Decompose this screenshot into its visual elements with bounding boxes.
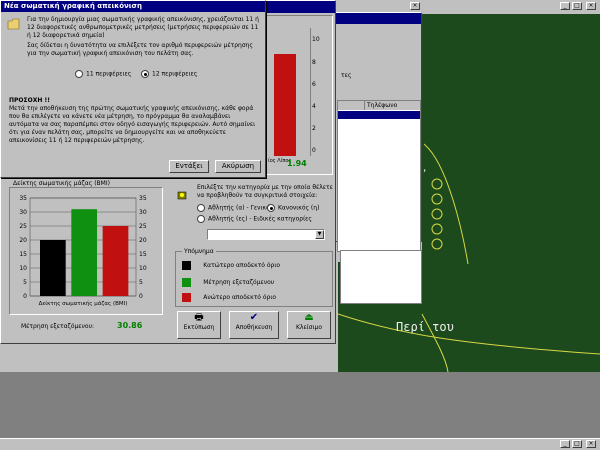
print-button[interactable]: 🖶 Εκτύπωση — [177, 311, 221, 339]
radio-11-label: 11 περιφέρειες — [86, 70, 132, 78]
bmi-x-label: Δείκτης σωματικής μάζας (BMI) — [39, 300, 128, 307]
bmi-measure-value: 30.86 — [117, 321, 143, 330]
taskbar-minimize-icon[interactable]: _ — [560, 440, 570, 448]
bmi-y-tick-left: 20 — [19, 237, 27, 244]
dialog-choice-text: Σας δίδεται η δυνατότητα να επιλέξετε το… — [27, 42, 253, 57]
close-button[interactable]: ⏏ Κλείσιμο — [287, 311, 331, 339]
category-prompt: Επιλέξτε την κατηγορία με την οποία θέλε… — [197, 184, 333, 199]
print-button-label: Εκτύπωση — [183, 324, 215, 331]
legend-title: Υπόμνημα — [182, 248, 216, 255]
radio-normal[interactable]: Κανονικός (η) — [267, 204, 319, 212]
save-icon: ✔ — [249, 312, 259, 323]
exit-icon: ⏏ — [304, 312, 314, 323]
bmi-y-tick-right: 25 — [139, 223, 147, 230]
bmi-y-tick-right: 5 — [139, 279, 143, 286]
bmi-y-tick-left: 15 — [19, 251, 27, 258]
folder-icon — [7, 17, 21, 31]
close-button-label: Κλείσιμο — [295, 324, 323, 331]
bmi-y-tick-left: 35 — [19, 195, 27, 202]
category-dropdown[interactable]: ▼ — [207, 229, 325, 240]
legend-swatch — [182, 278, 191, 287]
legend-label: Μέτρηση εξεταζόμενου — [203, 279, 275, 286]
top-chart-tick: 2 — [312, 125, 316, 132]
bmi-chart: 35 35 30 30 25 25 20 20 15 15 10 10 5 5 0 0 Δείκτης σωμα… — [19, 195, 147, 307]
save-button[interactable]: ✔ Αποθήκευση — [229, 311, 279, 339]
bmi-y-tick-left: 5 — [23, 279, 27, 286]
category-icon — [177, 190, 187, 200]
bmi-y-tick-right: 10 — [139, 265, 147, 272]
ok-button[interactable]: Εντάξει — [169, 160, 209, 173]
radio-12-label: 12 περιφέρειες — [152, 70, 198, 78]
radio-athlete-label: Αθλητής (α) - Γενικά — [208, 204, 271, 212]
chevron-down-icon[interactable]: ▼ — [315, 230, 324, 239]
bmi-y-tick-right: 15 — [139, 251, 147, 258]
taskbar-close-icon[interactable]: × — [586, 440, 596, 448]
chalk-drawing — [338, 143, 600, 372]
minimize-icon[interactable]: _ — [560, 2, 570, 10]
close-icon[interactable]: × — [586, 2, 596, 10]
bmi-y-tick-right: 20 — [139, 237, 147, 244]
legend-box: Υπόμνημα Κατώτερο αποδεκτό όριο Μέτρηση … — [175, 248, 333, 307]
radio-special-label: Αθλητής (ες) - Ειδικές κατηγορίες — [208, 215, 312, 223]
clients-close-icon[interactable]: × — [410, 2, 420, 10]
top-chart-tick: 6 — [312, 81, 316, 88]
radio-special-dot[interactable] — [197, 215, 205, 223]
radio-special[interactable]: Αθλητής (ες) - Ειδικές κατηγορίες — [197, 215, 312, 223]
notes-panel — [340, 250, 422, 304]
radio-normal-dot[interactable] — [267, 204, 275, 212]
bmi-y-tick-right: 30 — [139, 209, 147, 216]
bmi-y-tick-left: 0 — [23, 293, 27, 300]
legend-item: Ανώτερο αποδεκτό όριο — [182, 293, 276, 303]
new-graph-dialog: Νέα σωματική γραφική απεικόνιση Για την … — [0, 0, 266, 178]
chalkboard: , Περί του — [338, 14, 600, 372]
bmi-y-tick-left: 30 — [19, 209, 27, 216]
dialog-warning-title: ΠΡΟΣΟΧΗ !! — [9, 97, 50, 104]
maximize-icon[interactable]: □ — [572, 2, 582, 10]
radio-11-dot[interactable] — [75, 70, 83, 78]
taskbar-maximize-icon[interactable]: □ — [572, 440, 582, 448]
legend-swatch — [182, 261, 191, 270]
radio-athlete[interactable]: Αθλητής (α) - Γενικά — [197, 204, 270, 212]
top-chart-tick: 4 — [312, 103, 316, 110]
bmi-y-tick-right: 0 — [139, 293, 143, 300]
legend-label: Ανώτερο αποδεκτό όριο — [203, 294, 277, 301]
radio-12-circumferences[interactable]: 12 περιφέρειες — [141, 70, 197, 78]
legend-label: Κατώτερο αποδεκτό όριο — [203, 262, 281, 269]
printer-icon: 🖶 — [194, 312, 204, 323]
bmi-bar — [40, 240, 66, 296]
top-chart-tick: 10 — [312, 36, 320, 43]
bmi-measure-label: Μέτρηση εξεταζόμενου: — [21, 323, 95, 330]
bmi-chart-panel: 35 35 30 30 25 25 20 20 15 15 10 10 5 5 0 0 Δείκτης σωμα… — [9, 187, 163, 315]
dialog-intro-text: Για την δημιουργία μιας σωματικής γραφικ… — [27, 16, 259, 39]
bmi-y-tick-right: 35 — [139, 195, 147, 202]
legend-item: Κατώτερο αποδεκτό όριο — [182, 261, 280, 271]
top-chart-value: 1.94 — [287, 159, 307, 168]
taskbar: _ □ × — [0, 438, 600, 450]
bmi-y-tick-left: 10 — [19, 265, 27, 272]
top-chart-tick: 0 — [312, 147, 316, 154]
dialog-titlebar: Νέα σωματική γραφική απεικόνιση — [1, 1, 265, 12]
cancel-button[interactable]: Ακύρωση — [215, 160, 261, 173]
bmi-bar — [102, 226, 129, 296]
top-chart-bar — [274, 54, 296, 156]
radio-12-dot[interactable] — [141, 70, 149, 78]
legend-item: Μέτρηση εξεταζόμενου — [182, 278, 274, 288]
top-chart-tick: 8 — [312, 59, 316, 66]
radio-normal-label: Κανονικός (η) — [278, 204, 320, 212]
chalk-text: Περί του — [396, 320, 454, 334]
save-button-label: Αποθήκευση — [235, 324, 273, 331]
legend-swatch — [182, 293, 191, 302]
dialog-warning-text: Μετά την αποθήκευση της πρώτης σωματικής… — [9, 105, 256, 144]
bmi-bar — [71, 209, 98, 296]
top-chart-plot — [264, 28, 311, 156]
bmi-panel-title: Δείκτης σωματικής μάζας (BMI) — [13, 180, 110, 187]
radio-11-circumferences[interactable]: 11 περιφέρειες — [75, 70, 131, 78]
top-chart-panel: 10 8 6 4 2 0 ίος Λίπος — [263, 15, 333, 175]
bmi-y-tick-left: 25 — [19, 223, 27, 230]
radio-athlete-dot[interactable] — [197, 204, 205, 212]
